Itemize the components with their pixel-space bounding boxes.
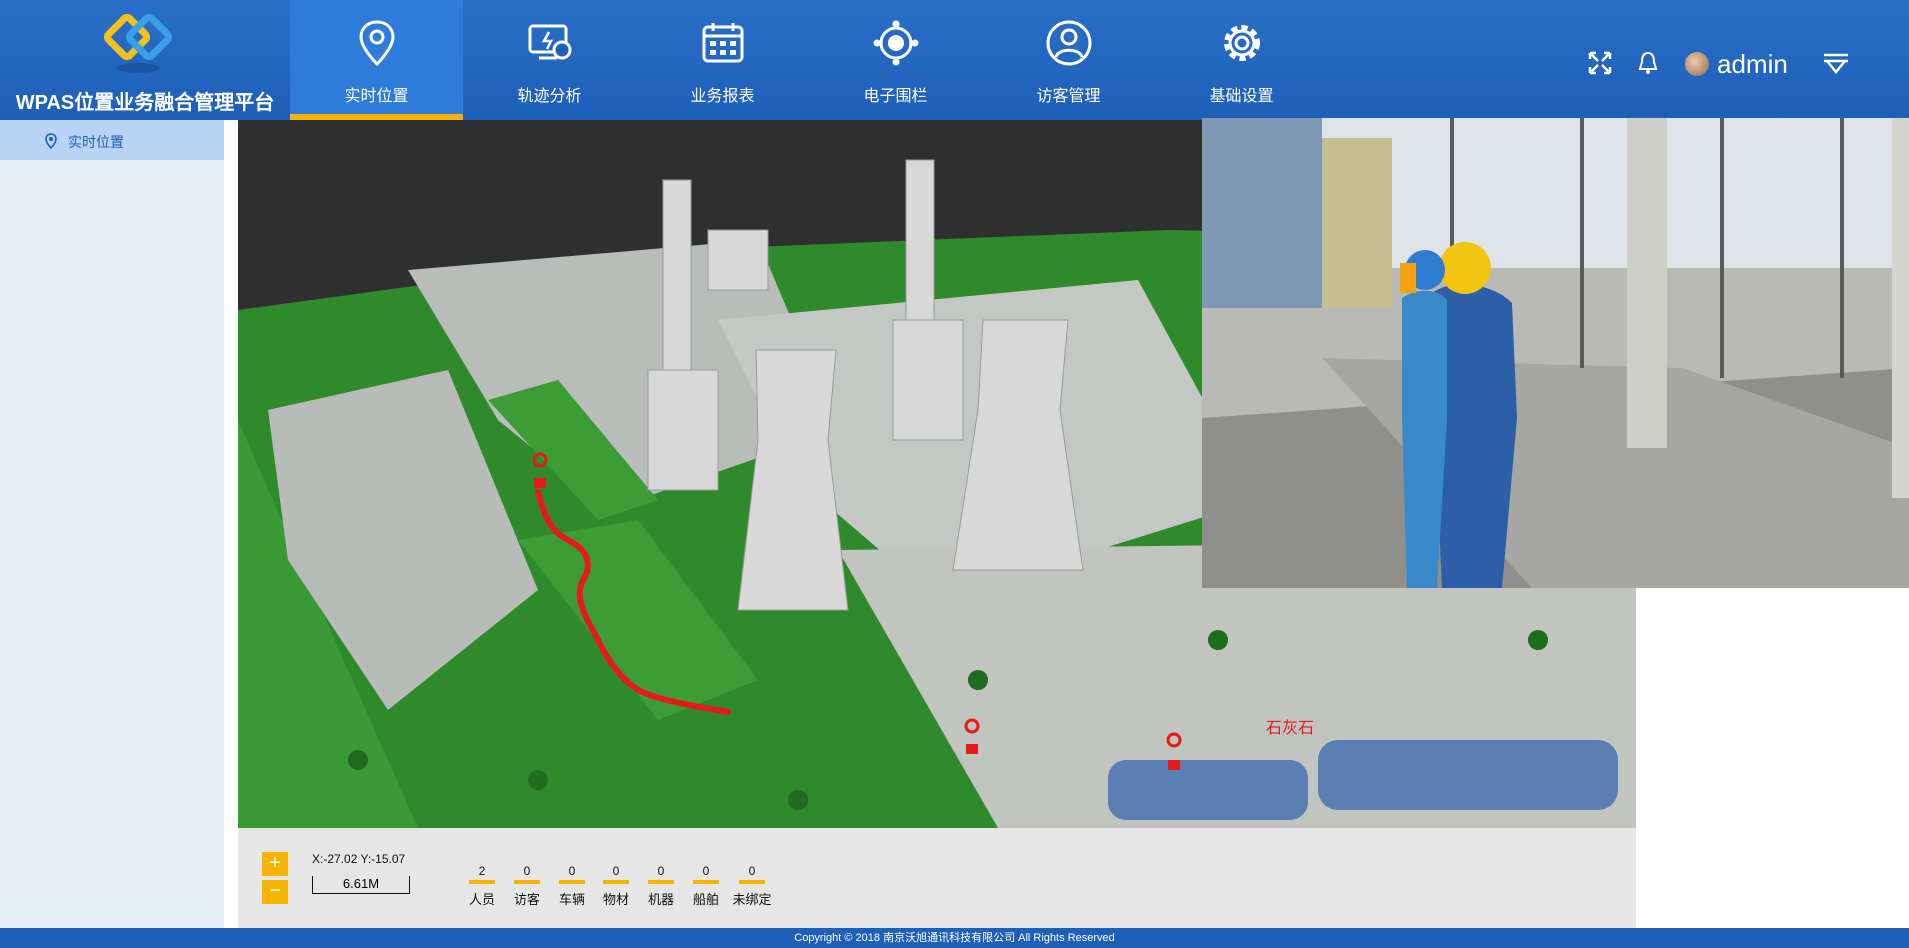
nav-visitor-management[interactable]: 访客管理 [982,0,1155,120]
calendar-report-icon [702,23,744,63]
nav-label: 访客管理 [1036,88,1101,105]
fence-icon [873,20,919,66]
main-nav: 实时位置 轨迹分析 业务报表 电子围栏 访客管理 基础设置 [290,0,1328,120]
stat-vehicles[interactable]: 0 车辆 [550,864,594,908]
stat-value: 0 [568,864,576,878]
nav-label: 基础设置 [1209,88,1274,105]
username[interactable]: admin [1717,49,1788,80]
nav-business-report[interactable]: 业务报表 [636,0,809,120]
avatar[interactable] [1685,52,1709,76]
app-logo [103,14,173,73]
stat-label: 未绑定 [732,892,772,907]
stat-bar [648,880,674,884]
stat-label: 机器 [647,892,674,907]
stat-visitors[interactable]: 0 访客 [505,864,549,908]
stat-bar [603,880,629,884]
sidebar-item-realtime-location[interactable]: 实时位置 [0,120,224,160]
gear-icon [1224,25,1260,61]
sidebar-item-label: 实时位置 [68,134,124,150]
nav-label: 实时位置 [344,88,409,105]
header-actions: admin [1569,0,1909,120]
app-title: WPAS位置业务融合管理平台 [15,92,275,114]
menu-icon[interactable] [1822,52,1850,76]
coordinate-readout: X:-27.02 Y:-15.07 [312,852,406,866]
stat-bar [739,880,765,884]
stat-materials[interactable]: 0 物材 [594,864,638,908]
footer-copyright: Copyright © 2018 南京沃旭通讯科技有限公司 All Rights… [0,928,1909,948]
stat-value: 0 [657,864,665,878]
location-pin-icon [359,20,395,67]
sidebar: 实时位置 [0,120,224,928]
nav-label: 电子围栏 [863,88,928,105]
stat-bar [693,880,719,884]
nav-electronic-fence[interactable]: 电子围栏 [809,0,982,120]
nav-track-analysis[interactable]: 轨迹分析 [463,0,636,120]
brand: WPAS位置业务融合管理平台 [0,0,290,120]
zoom-in-button[interactable]: + [262,852,288,876]
stat-bar [559,880,585,884]
top-header: WPAS位置业务融合管理平台 实时位置 轨迹分析 业务报表 电子围栏 访客管理 … [0,0,1909,120]
stat-label: 访客 [513,892,540,907]
stat-machines[interactable]: 0 机器 [639,864,683,908]
stat-label: 人员 [468,892,495,907]
stat-value: 0 [702,864,710,878]
stat-label: 物材 [602,892,629,907]
stat-value: 0 [748,864,756,878]
track-analysis-icon [528,24,572,60]
stat-value: 0 [612,864,620,878]
stat-value: 0 [523,864,531,878]
scale-bar: 6.61M [312,876,410,894]
map-status-bar: + − X:-27.02 Y:-15.07 6.61M 2 人员 0 访客 0 … [238,828,1636,928]
nav-label: 业务报表 [690,88,755,105]
stat-label: 船舶 [692,892,719,907]
stat-bar [469,880,495,884]
place-label: 石灰石 [1266,719,1314,737]
stat-bar [514,880,540,884]
stat-personnel[interactable]: 2 人员 [460,864,504,908]
stat-label: 车辆 [558,892,585,907]
nav-realtime-location[interactable]: 实时位置 [290,0,463,120]
camera-feed-image [1202,118,1909,588]
zoom-out-button[interactable]: − [262,880,288,904]
bell-icon[interactable] [1635,50,1661,76]
stat-ships[interactable]: 0 船舶 [684,864,728,908]
camera-feed[interactable] [1202,118,1909,588]
nav-basic-settings[interactable]: 基础设置 [1155,0,1328,120]
fullscreen-icon[interactable] [1587,50,1613,76]
nav-label: 轨迹分析 [517,88,582,105]
location-pin-icon [45,133,57,149]
stat-value: 2 [478,864,486,878]
stat-unbound[interactable]: 0 未绑定 [729,864,775,908]
visitor-user-icon [1046,20,1092,66]
